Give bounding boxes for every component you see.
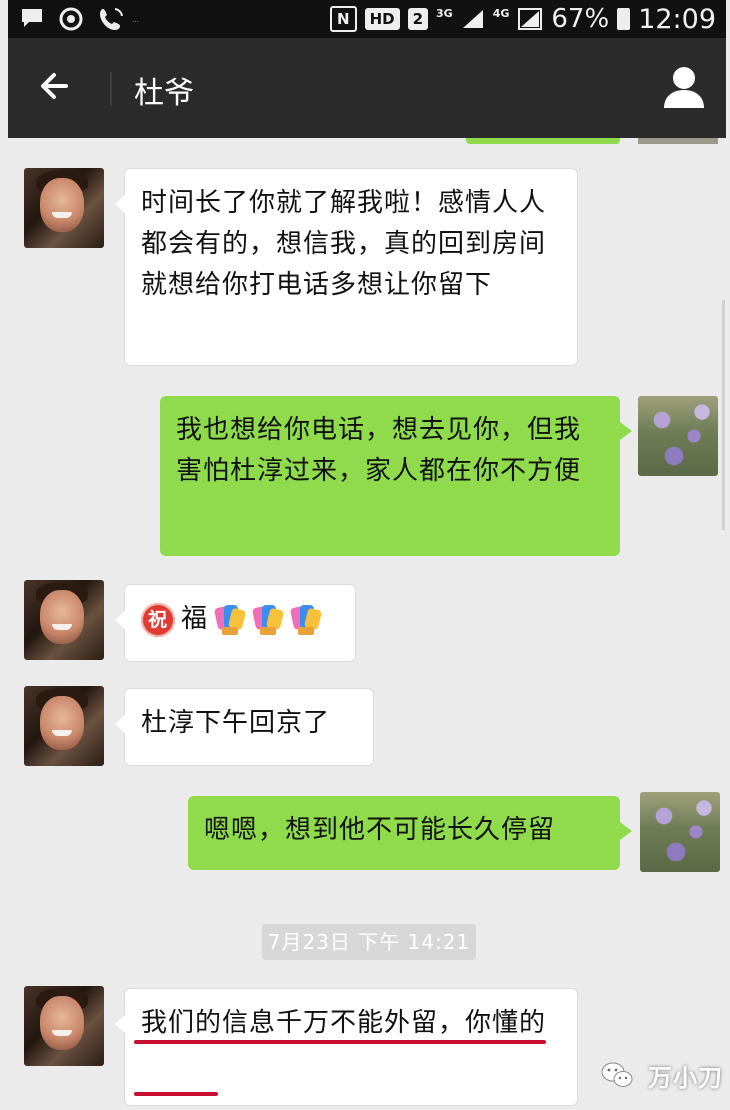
my-avatar[interactable] [638, 396, 718, 476]
message-bubble-incoming[interactable]: 我们的信息千万不能外留，你懂的 [115, 988, 578, 1106]
battery-icon [617, 8, 631, 30]
emoji-row: 祝 福 [141, 599, 339, 640]
red-underline-annotation [134, 1092, 218, 1096]
blessing-badge-icon: 祝 [141, 602, 175, 637]
red-underline-annotation [134, 1040, 546, 1044]
chat-header: 杜爷 [8, 38, 726, 138]
back-button[interactable] [36, 66, 76, 106]
watermark-text: 万小刀 [648, 1063, 723, 1092]
message-icon [22, 9, 42, 27]
contact-avatar[interactable] [24, 580, 104, 660]
contact-avatar[interactable] [24, 686, 104, 766]
clock: 12:09 [638, 3, 716, 35]
my-avatar[interactable] [640, 792, 720, 872]
candy-emoji-icon [289, 603, 323, 637]
message-bubble-incoming[interactable]: 杜淳下午回京了 [115, 688, 374, 766]
phone-call-icon [100, 8, 123, 30]
previous-avatar-fragment [638, 138, 718, 144]
watermark: 万小刀 [600, 1060, 723, 1092]
message-bubble-incoming[interactable]: 祝 福 [115, 584, 356, 662]
contact-avatar[interactable] [24, 168, 104, 248]
status-right-group: N HD 2 3G 4G 67% 12:09 [330, 3, 716, 35]
status-bar: … N HD 2 3G 4G 67% 12:09 [8, 0, 726, 38]
person-icon [664, 67, 704, 108]
candy-emoji-icon [213, 603, 247, 637]
message-bubble-outgoing[interactable]: 我也想给你电话，想去见你，但我害怕杜淳过来，家人都在你不方便 [160, 396, 632, 556]
wechat-official-icon [601, 1062, 633, 1087]
message-bubble-incoming[interactable]: 时间长了你就了解我啦！感情人人都会有的，想信我，真的回到房间就想给你打电话多想让… [115, 168, 578, 366]
chat-info-button[interactable] [662, 64, 706, 110]
message-bubble-outgoing[interactable]: 嗯嗯，想到他不可能长久停留 [188, 796, 632, 870]
chat-title: 杜爷 [134, 76, 194, 111]
nfc-badge: N [330, 6, 357, 32]
arrow-left-icon [41, 73, 68, 99]
status-small-text: … [132, 16, 139, 24]
network-type-1: 3G [436, 6, 453, 20]
sim-badge: 2 [407, 8, 429, 30]
chat-timestamp: 7月23日 下午 14:21 [262, 924, 476, 960]
scroll-indicator[interactable] [722, 300, 725, 530]
candy-emoji-icon [251, 603, 285, 637]
battery-percent: 67% [551, 4, 610, 34]
header-divider [110, 72, 112, 106]
message-text: 福 [181, 604, 209, 634]
network-type-2: 4G [492, 6, 510, 20]
signal-icon-2 [518, 8, 543, 30]
sync-icon [59, 7, 83, 31]
hd-badge: HD [364, 8, 400, 30]
previous-message-fragment [466, 138, 620, 144]
contact-avatar[interactable] [24, 986, 104, 1066]
signal-icon [462, 10, 483, 28]
